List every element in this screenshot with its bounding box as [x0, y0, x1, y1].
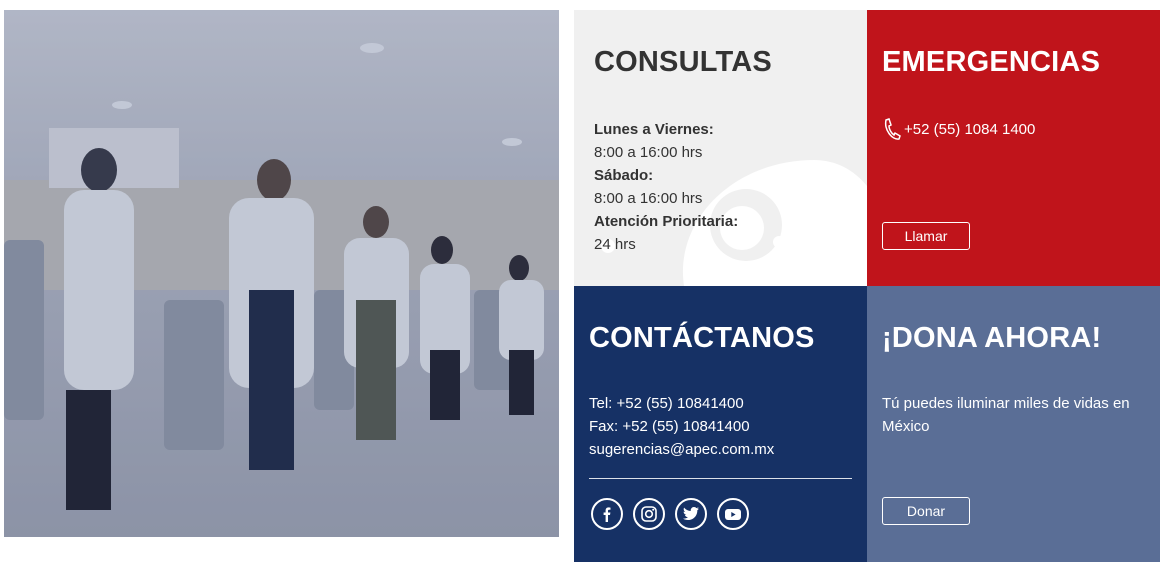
consultas-tile: CONSULTAS Lunes a Viernes: 8:00 a 16:00 …: [574, 10, 867, 286]
divider: [589, 478, 852, 479]
facebook-icon[interactable]: [591, 498, 623, 530]
contact-email[interactable]: sugerencias@apec.com.mx: [589, 438, 774, 461]
saturday-label: Sábado:: [594, 167, 654, 184]
instagram-icon[interactable]: [633, 498, 665, 530]
saturday-hours: 8:00 a 16:00 hrs: [594, 190, 703, 207]
consultas-hours: Lunes a Viernes: 8:00 a 16:00 hrs Sábado…: [594, 118, 738, 256]
priority-label: Atención Prioritaria:: [594, 213, 739, 230]
call-button[interactable]: Llamar: [882, 222, 970, 250]
team-photo: [4, 10, 559, 537]
youtube-icon[interactable]: [717, 498, 749, 530]
consultas-title: CONSULTAS: [594, 46, 772, 78]
dona-text: Tú puedes iluminar miles de vidas en Méx…: [882, 395, 1130, 435]
priority-hours: 24 hrs: [594, 236, 636, 253]
emergency-phone-number: +52 (55) 1084 1400: [904, 120, 1036, 138]
contact-tel[interactable]: Tel: +52 (55) 10841400: [589, 392, 774, 415]
social-links: [591, 498, 749, 530]
phone-icon: [884, 118, 901, 140]
emergencias-tile: EMERGENCIAS +52 (55) 1084 1400 Llamar: [867, 10, 1160, 286]
contact-fax: Fax: +52 (55) 10841400: [589, 418, 750, 435]
contactanos-tile: CONTÁCTANOS Tel: +52 (55) 10841400 Fax: …: [574, 286, 867, 562]
contact-info: Tel: +52 (55) 10841400 Fax: +52 (55) 108…: [589, 392, 774, 461]
weekday-label: Lunes a Viernes:: [594, 121, 714, 138]
emergency-phone[interactable]: +52 (55) 1084 1400: [882, 118, 1035, 140]
donate-button[interactable]: Donar: [882, 497, 970, 525]
dona-tile: ¡DONA AHORA! Tú puedes iluminar miles de…: [867, 286, 1160, 562]
contactanos-title: CONTÁCTANOS: [589, 322, 815, 354]
weekday-hours: 8:00 a 16:00 hrs: [594, 144, 703, 161]
dona-title: ¡DONA AHORA!: [882, 322, 1102, 354]
emergencias-title: EMERGENCIAS: [882, 46, 1101, 78]
twitter-icon[interactable]: [675, 498, 707, 530]
